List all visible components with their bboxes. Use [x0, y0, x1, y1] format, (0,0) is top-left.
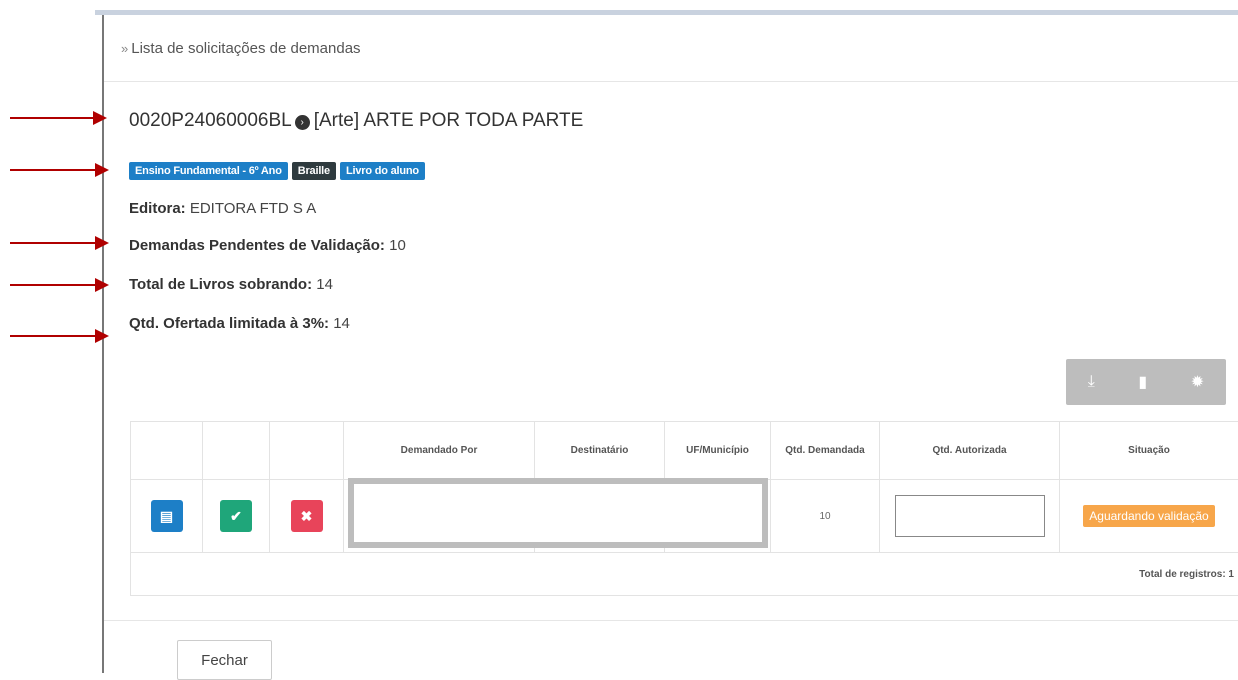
- editora-value: EDITORA FTD S A: [190, 200, 316, 217]
- pendentes-value: 10: [389, 237, 406, 254]
- header-uf-municipio[interactable]: UF/Município: [665, 422, 771, 480]
- info-editora: Editora: EDITORA FTD S A: [129, 200, 316, 217]
- badge-group: Ensino Fundamental - 6º Ano Braille Livr…: [129, 162, 425, 180]
- product-code: 0020P24060006BL: [129, 110, 292, 131]
- divider: [104, 81, 1238, 82]
- page-title: 0020P24060006BL› [Arte] ARTE POR TODA PAR…: [129, 110, 583, 132]
- annotation-arrow: [10, 169, 97, 171]
- export-toolbar: ⤓ ▮ ✹: [1066, 359, 1226, 405]
- redaction-box: [348, 478, 768, 548]
- header-qtd-autorizada[interactable]: Qtd. Autorizada: [880, 422, 1060, 480]
- cell-approve: ✔: [203, 480, 270, 553]
- annotation-arrow: [10, 284, 97, 286]
- gear-icon[interactable]: ✹: [1191, 372, 1204, 392]
- status-badge: Aguardando validação: [1083, 505, 1214, 527]
- cell-view: ▤: [131, 480, 203, 553]
- close-button[interactable]: Fechar: [177, 640, 272, 680]
- sobrando-label: Total de Livros sobrando:: [129, 276, 312, 293]
- table-header-row: Demandado Por Destinatário UF/Município …: [131, 422, 1238, 480]
- divider: [104, 620, 1238, 621]
- badge-level: Ensino Fundamental - 6º Ano: [129, 162, 288, 180]
- badge-format: Braille: [292, 162, 336, 180]
- info-sobrando: Total de Livros sobrando: 14: [129, 276, 333, 293]
- header-demandado-por[interactable]: Demandado Por: [344, 422, 535, 480]
- pendentes-label: Demandas Pendentes de Validação:: [129, 237, 385, 254]
- cell-situacao: Aguardando validação: [1060, 480, 1238, 553]
- cell-reject: ✖: [270, 480, 344, 553]
- pdf-icon: ▤: [160, 508, 173, 524]
- close-icon: ✖: [301, 508, 313, 524]
- cell-qtd-autorizada: [880, 480, 1060, 553]
- info-pendentes: Demandas Pendentes de Validação: 10: [129, 237, 406, 254]
- header-action-approve: [203, 422, 270, 480]
- editora-label: Editora:: [129, 200, 186, 217]
- chevron-right-circle-icon: ›: [295, 115, 310, 130]
- file-icon[interactable]: ▮: [1138, 372, 1147, 392]
- top-bar: [95, 10, 1238, 15]
- pdf-button[interactable]: ▤: [151, 500, 183, 532]
- check-icon: ✔: [230, 508, 242, 524]
- product-title: [Arte] ARTE POR TODA PARTE: [314, 110, 584, 131]
- total-records: Total de registros: 1: [131, 553, 1238, 596]
- header-qtd-demandada[interactable]: Qtd. Demandada: [771, 422, 880, 480]
- header-destinatario[interactable]: Destinatário: [535, 422, 665, 480]
- header-action-view: [131, 422, 203, 480]
- badge-type: Livro do aluno: [340, 162, 425, 180]
- header-action-reject: [270, 422, 344, 480]
- qtd-autorizada-input[interactable]: [895, 495, 1045, 537]
- cell-qtd-demandada: 10: [771, 480, 880, 553]
- breadcrumb-label: Lista de solicitações de demandas: [131, 40, 360, 57]
- breadcrumb: »Lista de solicitações de demandas: [121, 40, 361, 57]
- ofertada-label: Qtd. Ofertada limitada à 3%:: [129, 315, 329, 332]
- annotation-arrow: [10, 335, 97, 337]
- breadcrumb-chevron-icon: »: [121, 41, 128, 56]
- approve-button[interactable]: ✔: [220, 500, 252, 532]
- header-situacao[interactable]: Situação: [1060, 422, 1238, 480]
- sobrando-value: 14: [316, 276, 333, 293]
- download-icon[interactable]: ⤓: [1088, 373, 1095, 391]
- ofertada-value: 14: [333, 315, 350, 332]
- annotation-arrow: [10, 117, 95, 119]
- reject-button[interactable]: ✖: [291, 500, 323, 532]
- info-ofertada: Qtd. Ofertada limitada à 3%: 14: [129, 315, 350, 332]
- annotation-arrow: [10, 242, 97, 244]
- table-footer-row: Total de registros: 1: [131, 553, 1238, 596]
